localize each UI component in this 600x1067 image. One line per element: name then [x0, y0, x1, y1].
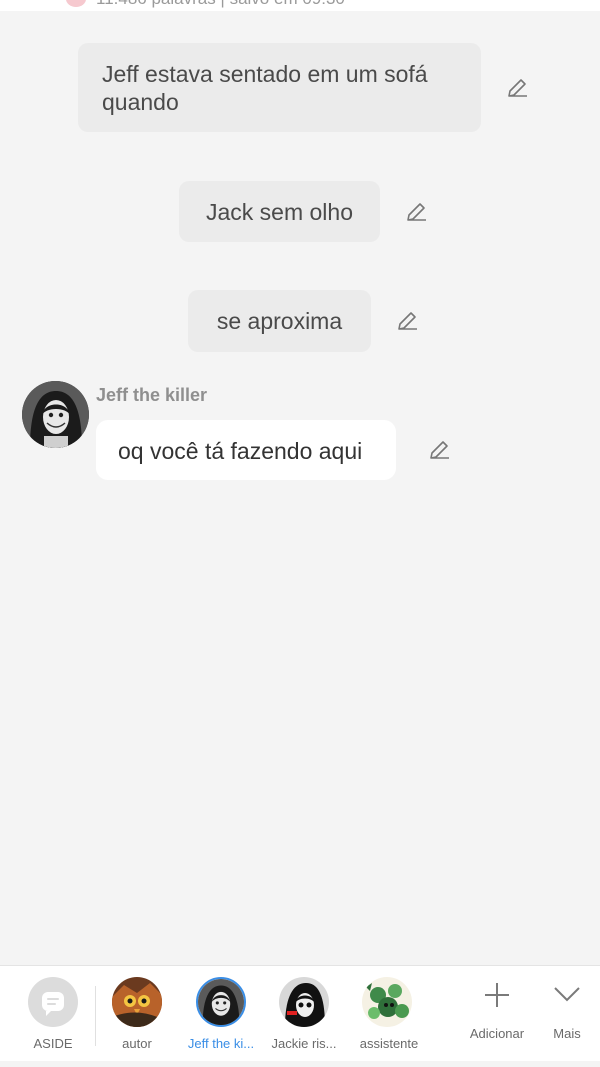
plus-icon	[482, 980, 512, 1010]
chevron-down-icon	[553, 984, 581, 1004]
word-count-status: 11.486 palavras | salvo em 09:30	[96, 0, 345, 9]
jeff-avatar	[196, 977, 246, 1027]
add-character-button[interactable]: Adicionar	[464, 966, 530, 1062]
narration-text: se aproxima	[216, 308, 343, 334]
edit-icon[interactable]	[505, 76, 529, 100]
message-text: oq você tá fazendo aqui	[118, 438, 363, 464]
character-tab-assistente[interactable]: assistente	[354, 966, 424, 1062]
top-status-strip: 11.486 palavras | salvo em 09:30	[0, 0, 600, 11]
divider	[95, 986, 96, 1046]
edit-icon[interactable]	[395, 309, 419, 333]
status-dot-icon	[66, 0, 86, 7]
more-button[interactable]: Mais	[544, 966, 590, 1062]
bottom-edge	[0, 1061, 600, 1067]
aside-icon	[28, 977, 78, 1027]
chat-screen: 11.486 palavras | salvo em 09:30 Jeff es…	[0, 0, 600, 1067]
autor-avatar	[112, 977, 162, 1027]
edit-icon[interactable]	[404, 200, 428, 224]
character-label: autor	[122, 1036, 152, 1051]
narration-bubble[interactable]: se aproxima	[188, 290, 371, 352]
add-label: Adicionar	[469, 1026, 525, 1041]
character-label: Jackie ris...	[271, 1036, 337, 1051]
narration-bubble[interactable]: Jeff estava sentado em um sofá quando	[78, 43, 481, 132]
aside-button[interactable]: ASIDE	[26, 966, 80, 1062]
jackie-avatar	[279, 977, 329, 1027]
narration-bubble[interactable]: Jack sem olho	[179, 181, 380, 242]
aside-label: ASIDE	[33, 1036, 73, 1051]
edit-icon[interactable]	[427, 438, 451, 462]
more-label: Mais	[553, 1026, 581, 1041]
character-name: Jeff the killer	[96, 385, 208, 405]
character-avatar[interactable]	[22, 381, 89, 448]
character-label: assistente	[359, 1036, 419, 1051]
character-tab-jackie[interactable]: Jackie ris...	[266, 966, 342, 1062]
character-selector-bar: ASIDE autor Jeff the ki... Jackie ris...…	[0, 965, 600, 1062]
character-tab-autor[interactable]: autor	[108, 966, 166, 1062]
assistente-avatar	[362, 977, 412, 1027]
narration-text: Jack sem olho	[205, 199, 353, 225]
narration-text: Jeff estava sentado em um sofá quando	[102, 61, 428, 115]
message-bubble[interactable]: oq você tá fazendo aqui	[96, 420, 396, 480]
character-label-active: Jeff the ki...	[187, 1036, 255, 1051]
character-tab-jeff[interactable]: Jeff the ki...	[184, 966, 258, 1062]
